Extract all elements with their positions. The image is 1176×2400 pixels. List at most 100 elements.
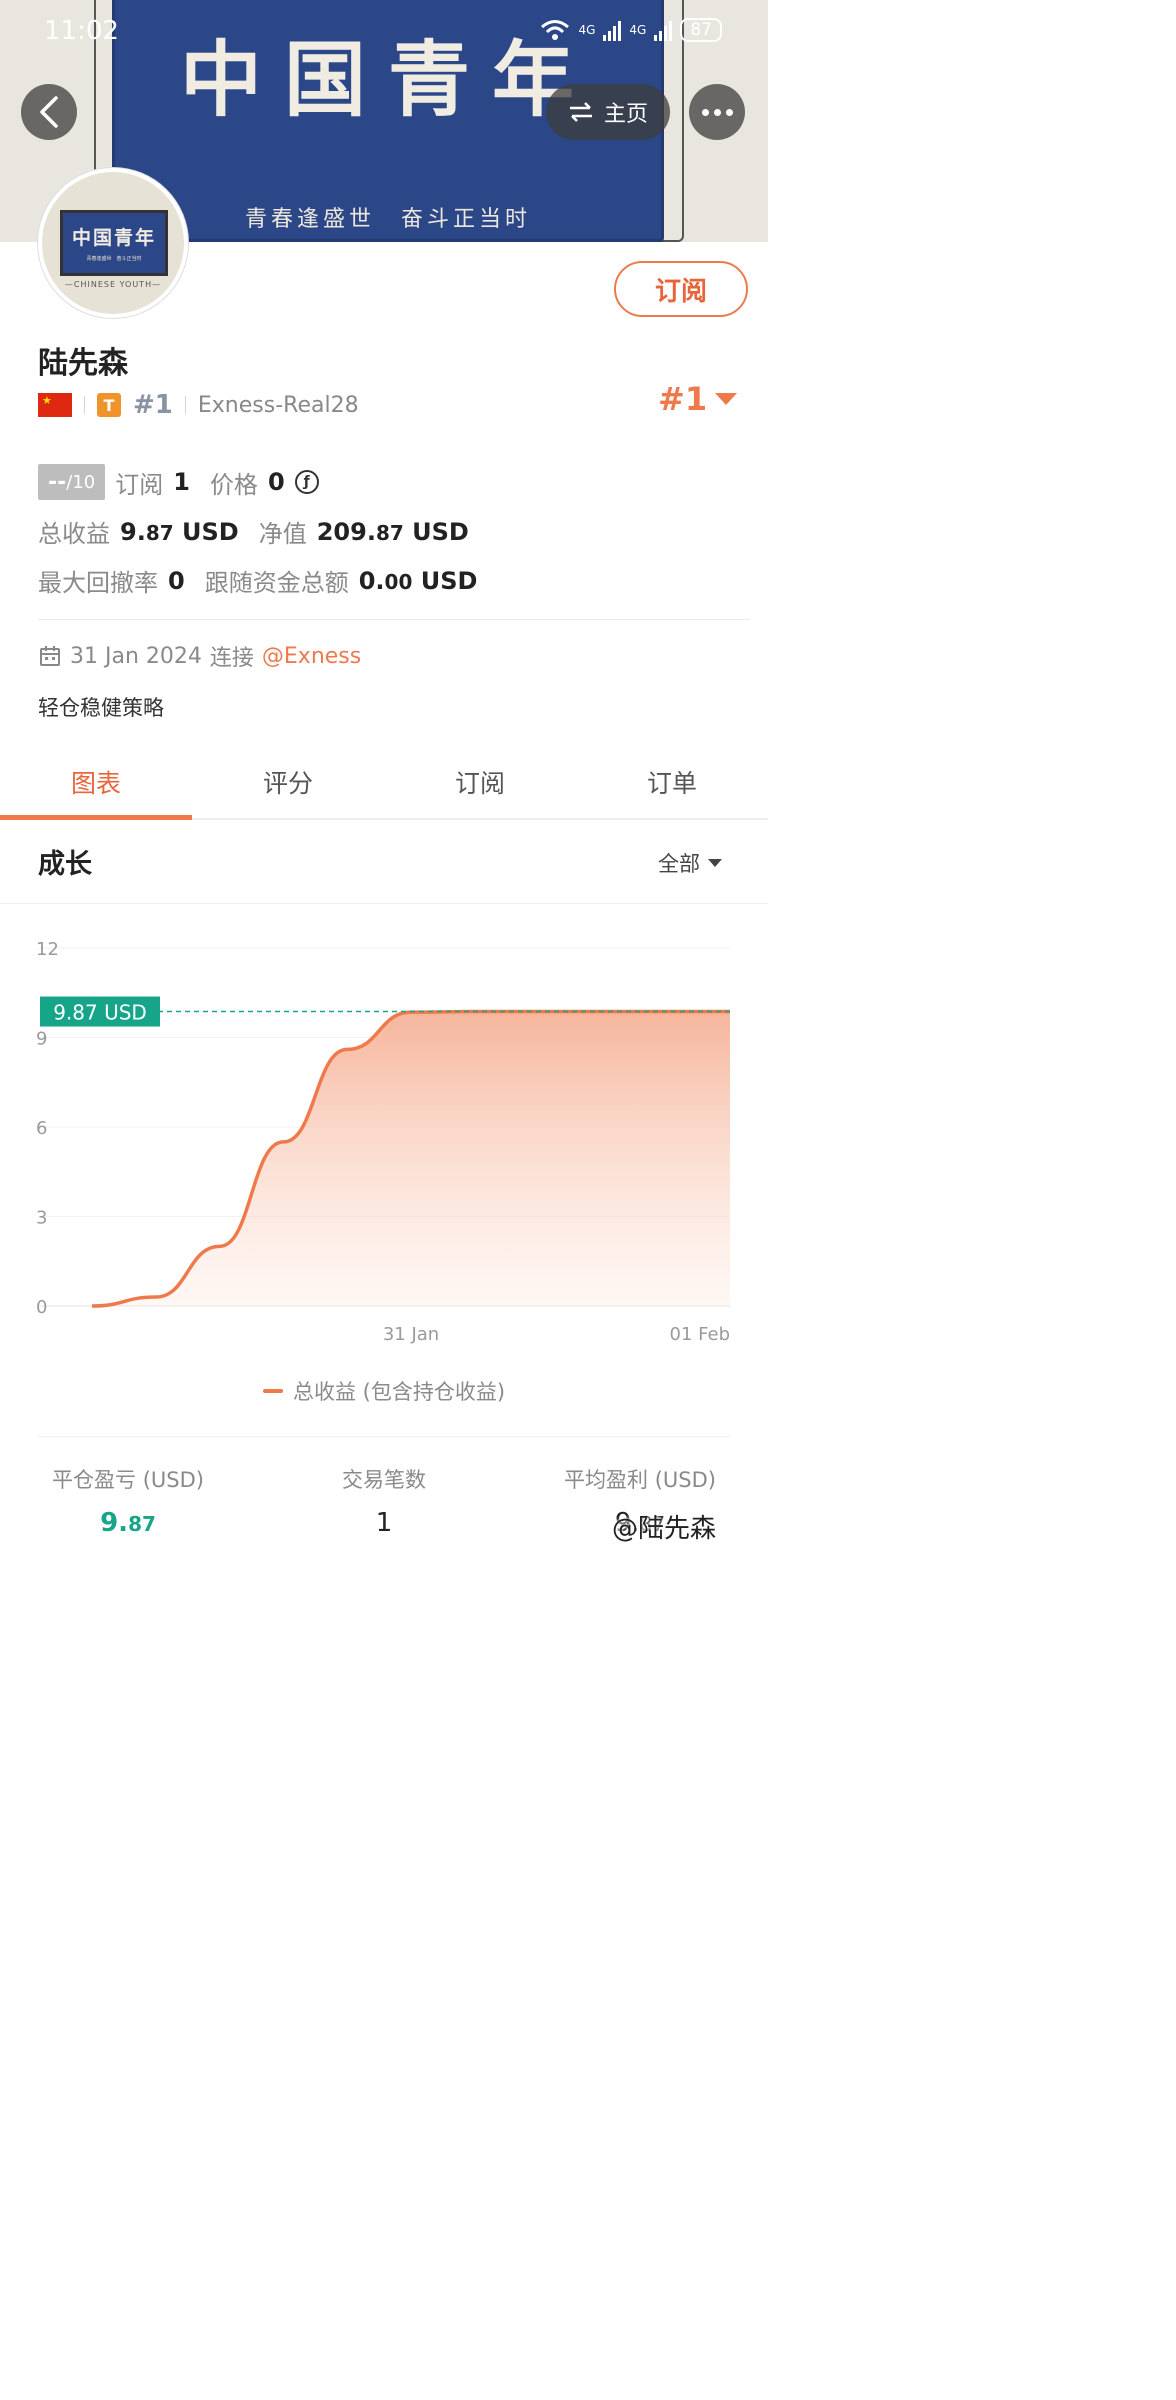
summary-trade-count: 交易笔数 1 xyxy=(256,1464,512,1538)
drawdown-value: 0 xyxy=(168,566,185,595)
network-label-2: 4G xyxy=(629,23,647,37)
rating-value: -- xyxy=(48,469,67,495)
broker-link[interactable]: @Exness xyxy=(262,644,361,669)
connect-row: 31 Jan 2024 连接 @Exness xyxy=(38,640,361,672)
equity-label: 净值 xyxy=(258,520,307,548)
tab-subscription[interactable]: 订阅 xyxy=(384,746,576,818)
coin-icon: ƒ xyxy=(294,470,319,494)
strategy-description: 轻仓稳健策略 xyxy=(38,696,164,720)
drawdown-label: 最大回撤率 xyxy=(38,569,158,597)
rank-dropdown[interactable]: #1 xyxy=(658,380,738,418)
avatar-image: 中国青年 青春逢盛世 奋斗正当时 xyxy=(60,210,168,276)
series-area xyxy=(92,1011,730,1306)
total-profit-dec: 87 xyxy=(145,520,174,545)
filter-label: 全部 xyxy=(658,852,700,876)
back-button[interactable] xyxy=(21,84,77,140)
price-label: 价格 xyxy=(209,470,258,499)
summary-label: 平仓盈亏 (USD) xyxy=(52,1468,204,1492)
summary-label: 平均盈利 (USD) xyxy=(564,1468,716,1492)
swap-icon xyxy=(569,102,592,122)
equity-unit: USD xyxy=(412,517,469,546)
y-tick-label: 3 xyxy=(36,1208,47,1229)
follow-funds-int: 0. xyxy=(358,566,385,595)
profile-name: 陆先森 xyxy=(38,346,128,381)
rank-value: #1 xyxy=(658,380,708,418)
follow-funds-dec: 00 xyxy=(384,569,413,594)
range-filter-dropdown[interactable]: 全部 xyxy=(658,848,722,878)
avatar-title: 中国青年 xyxy=(71,227,156,249)
summary-label: 交易笔数 xyxy=(342,1468,426,1492)
y-tick-label: 12 xyxy=(36,939,59,960)
summary-closed-pnl: 平仓盈亏 (USD) 9.87 xyxy=(0,1464,256,1538)
current-value-label: 9.87 USD xyxy=(53,1001,147,1025)
equity-int: 209. xyxy=(316,517,376,546)
network-label-1: 4G xyxy=(578,23,596,37)
profile-badges: ★ T #1 Exness-Real28 xyxy=(38,388,359,422)
tab-bar: 图表 评分 订阅 订单 xyxy=(0,746,768,820)
summary-value-dec: 87 xyxy=(128,1512,156,1536)
more-dot-icon xyxy=(701,108,709,116)
signal-icon xyxy=(603,19,622,41)
divider xyxy=(38,1436,730,1437)
x-tick-label: 01 Feb xyxy=(670,1324,731,1345)
y-tick-label: 9 xyxy=(36,1029,47,1050)
tab-rating[interactable]: 评分 xyxy=(192,746,384,818)
y-tick-label: 6 xyxy=(36,1118,47,1139)
subscribe-button[interactable]: 订阅 xyxy=(614,261,748,317)
caret-down-icon xyxy=(708,859,722,867)
subs-value: 1 xyxy=(173,468,190,496)
avatar[interactable]: 中国青年 青春逢盛世 奋斗正当时 —CHINESE YOUTH— xyxy=(38,168,188,318)
stats-row-3: 最大回撤率 0 跟随资金总额 0.00 USD xyxy=(38,563,477,598)
calendar-icon xyxy=(40,646,60,666)
banner-subtitle: 青春逢盛世 奋斗正当时 xyxy=(244,207,531,232)
home-button[interactable]: 主页 xyxy=(546,84,670,140)
signal-icon-2 xyxy=(654,19,673,41)
avatar-subtitle: 青春逢盛世 奋斗正当时 xyxy=(86,256,142,262)
account-label: Exness-Real28 xyxy=(197,392,359,418)
summary-value: 9.87 xyxy=(100,1508,156,1538)
rank-label: #1 xyxy=(133,390,173,420)
wifi-icon xyxy=(541,20,570,40)
status-icons: 4G 4G 87 xyxy=(540,18,722,42)
legend-label: 总收益 (包含持仓收益) xyxy=(292,1380,506,1404)
tab-orders[interactable]: 订单 xyxy=(576,746,768,818)
chart-legend: 总收益 (包含持仓收益) xyxy=(0,1376,768,1406)
section-title: 成长 xyxy=(38,849,92,880)
y-tick-label: 0 xyxy=(36,1297,47,1318)
total-profit-unit: USD xyxy=(182,517,239,546)
connect-date: 31 Jan 2024 xyxy=(70,643,202,669)
rating-max: /10 xyxy=(66,471,96,493)
divider xyxy=(0,903,768,904)
follow-funds-unit: USD xyxy=(420,566,478,595)
connect-label: 连接 xyxy=(209,646,254,671)
more-dot-icon xyxy=(725,108,733,116)
home-label: 主页 xyxy=(603,102,648,127)
more-dot-icon xyxy=(713,108,721,116)
stats-row-1: --/10 订阅 1 价格 0 ƒ xyxy=(38,464,319,500)
total-profit-int: 9. xyxy=(120,517,146,546)
china-flag-icon: ★ xyxy=(38,393,72,417)
summary-value-int: 1 xyxy=(375,1508,393,1538)
tier-badge: T xyxy=(97,393,121,417)
more-button[interactable] xyxy=(689,84,745,140)
divider xyxy=(38,619,750,620)
summary-value: 1 xyxy=(376,1508,393,1538)
rating-box: --/10 xyxy=(38,464,106,500)
avatar-caption: —CHINESE YOUTH— xyxy=(64,280,162,289)
legend-swatch xyxy=(262,1389,283,1393)
divider xyxy=(184,396,186,414)
subs-label: 订阅 xyxy=(115,470,164,499)
chevron-left-icon xyxy=(40,96,58,128)
growth-chart: 12 9 6 3 0 31 Jan 01 Feb 9.87 USD xyxy=(36,939,731,1345)
total-profit-label: 总收益 xyxy=(38,520,110,548)
watermark: @陆先森 xyxy=(612,1514,717,1544)
price-value: 0 xyxy=(267,468,285,496)
summary-value-int: 9. xyxy=(100,1508,129,1538)
battery-indicator: 87 xyxy=(680,18,722,42)
divider xyxy=(84,396,85,414)
tab-chart[interactable]: 图表 xyxy=(0,746,192,820)
follow-funds-label: 跟随资金总额 xyxy=(204,569,349,597)
stats-row-2: 总收益 9.87 USD 净值 209.87 USD xyxy=(38,514,469,549)
status-time: 11:02 xyxy=(44,16,119,46)
x-tick-label: 31 Jan xyxy=(383,1324,439,1345)
